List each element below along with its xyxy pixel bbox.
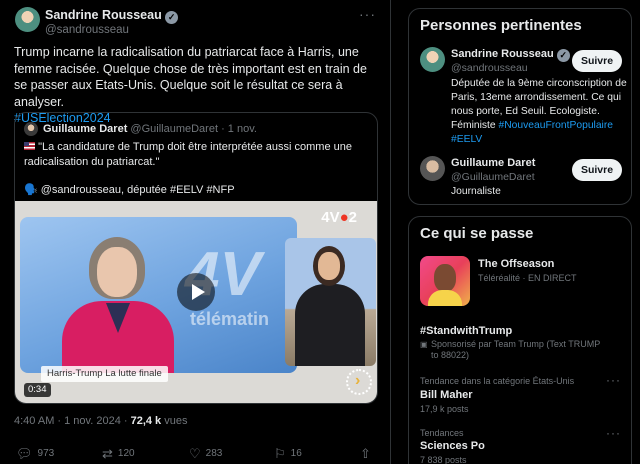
- trend-count: 17,9 k posts: [420, 404, 469, 414]
- quote-author-handle[interactable]: @GuillaumeDaret: [130, 123, 218, 135]
- sign-language-interpreter: [285, 238, 376, 366]
- share-button[interactable]: ⇧: [360, 446, 376, 462]
- person-name[interactable]: Sandrine Rousseau ✓: [451, 48, 570, 62]
- quote-text-line1: "La candidature de Trump doit être inter…: [24, 141, 352, 168]
- avatar[interactable]: [420, 47, 445, 72]
- trend-title[interactable]: Bill Maher: [420, 389, 473, 401]
- video-player[interactable]: 4V télématin 4V●2 Harris-Trump La lutte …: [15, 201, 377, 403]
- action-bar: 💬︎ 973 ⇄ 120 ♡ 283 ⚐ 16 ⇧: [14, 444, 376, 462]
- trend-title[interactable]: The Offseason: [478, 258, 554, 270]
- author-name-text[interactable]: Sandrine Rousseau: [45, 8, 162, 22]
- views-count: 72,4 k: [130, 415, 162, 427]
- quote-header: Guillaume Daret @GuillaumeDaret · 1 nov.: [43, 123, 257, 135]
- repost-icon: ⇄: [102, 446, 113, 461]
- tweet-body: Trump incarne la radicalisation du patri…: [14, 45, 367, 109]
- bookmark-button[interactable]: ⚐ 16: [274, 446, 302, 462]
- avatar[interactable]: [15, 7, 40, 32]
- relevant-people-panel: Personnes pertinentes Sandrine Rousseau …: [408, 8, 632, 205]
- lower-third-caption: Harris-Trump La lutte finale: [41, 366, 168, 382]
- channel-prefix: 4V: [321, 209, 340, 226]
- more-icon[interactable]: ···: [606, 373, 621, 387]
- trend-thumbnail[interactable]: [420, 256, 470, 306]
- quoted-tweet[interactable]: Guillaume Daret @GuillaumeDaret · 1 nov.…: [14, 112, 378, 404]
- panel-title: Personnes pertinentes: [420, 17, 582, 34]
- person-bio: Députée de la 9ème circonscription de Pa…: [451, 77, 627, 147]
- share-icon: ⇧: [360, 446, 371, 461]
- trend-title[interactable]: Sciences Po: [420, 440, 485, 452]
- author-name[interactable]: Sandrine Rousseau ✓: [45, 8, 179, 24]
- follow-button[interactable]: Suivre: [572, 159, 622, 181]
- quote-author-name[interactable]: Guillaume Daret: [43, 123, 127, 135]
- studio-subtitle: télématin: [190, 309, 270, 329]
- author-handle[interactable]: @sandrousseau: [45, 24, 129, 36]
- bookmark-icon: ⚐: [274, 446, 286, 461]
- repost-count: 120: [117, 448, 135, 459]
- trend-title[interactable]: #StandwithTrump: [420, 325, 512, 337]
- person-bio: Journaliste: [451, 186, 501, 197]
- channel-logo: 4V●2: [321, 209, 357, 226]
- more-icon[interactable]: ···: [606, 426, 621, 440]
- presenter-figure: [62, 237, 174, 373]
- panel-title: Ce qui se passe: [420, 225, 534, 242]
- avatar[interactable]: [420, 156, 445, 181]
- play-icon[interactable]: [177, 273, 215, 311]
- more-icon[interactable]: ···: [359, 6, 376, 22]
- like-button[interactable]: ♡ 283: [189, 446, 222, 462]
- quote-text-line2: 🗣️ @sandrousseau, députée #EELV #NFP: [24, 184, 235, 196]
- quote-date[interactable]: · 1 nov.: [221, 123, 257, 135]
- channel-badge-icon: [346, 369, 372, 395]
- person-name[interactable]: Guillaume Daret: [451, 157, 535, 169]
- trend-subtitle: Téléréalité · EN DIRECT: [478, 273, 577, 283]
- follow-button[interactable]: Suivre: [572, 50, 622, 72]
- trend-sponsor: Sponsorisé par Team Trump (Text TRUMP to…: [420, 339, 610, 361]
- verified-icon: ✓: [556, 49, 570, 62]
- verified-icon: ✓: [165, 11, 179, 24]
- person-handle[interactable]: @GuillaumeDaret: [451, 171, 535, 183]
- trends-panel: Ce qui se passe The Offseason Téléréalit…: [408, 216, 632, 464]
- video-duration: 0:34: [24, 383, 51, 397]
- person-handle[interactable]: @sandrousseau: [451, 62, 528, 74]
- views-label: vues: [164, 415, 188, 427]
- us-flag-icon: [24, 142, 35, 150]
- reply-button[interactable]: 💬︎ 973: [16, 446, 54, 462]
- video-studio-frame: 4V télématin: [20, 217, 297, 373]
- like-count: 283: [205, 448, 223, 459]
- channel-suffix: 2: [348, 209, 357, 226]
- trend-category: Tendances: [420, 428, 464, 438]
- trend-count: 7 838 posts: [420, 455, 467, 464]
- timestamp[interactable]: 4:40 AM · 1 nov. 2024: [14, 415, 121, 427]
- bookmark-count: 16: [290, 448, 302, 459]
- person-name-text[interactable]: Sandrine Rousseau: [451, 48, 554, 60]
- reply-count: 973: [37, 448, 55, 459]
- reply-icon: 💬︎: [16, 446, 33, 461]
- trend-category: Tendance dans la catégorie États-Unis: [420, 376, 575, 386]
- avatar[interactable]: [24, 122, 38, 136]
- repost-button[interactable]: ⇄ 120: [102, 446, 135, 462]
- tweet: Sandrine Rousseau ✓ @sandrousseau ··· Tr…: [0, 0, 391, 464]
- like-icon: ♡: [189, 446, 201, 461]
- tweet-meta: 4:40 AM · 1 nov. 2024 · 72,4 k vues: [14, 415, 188, 427]
